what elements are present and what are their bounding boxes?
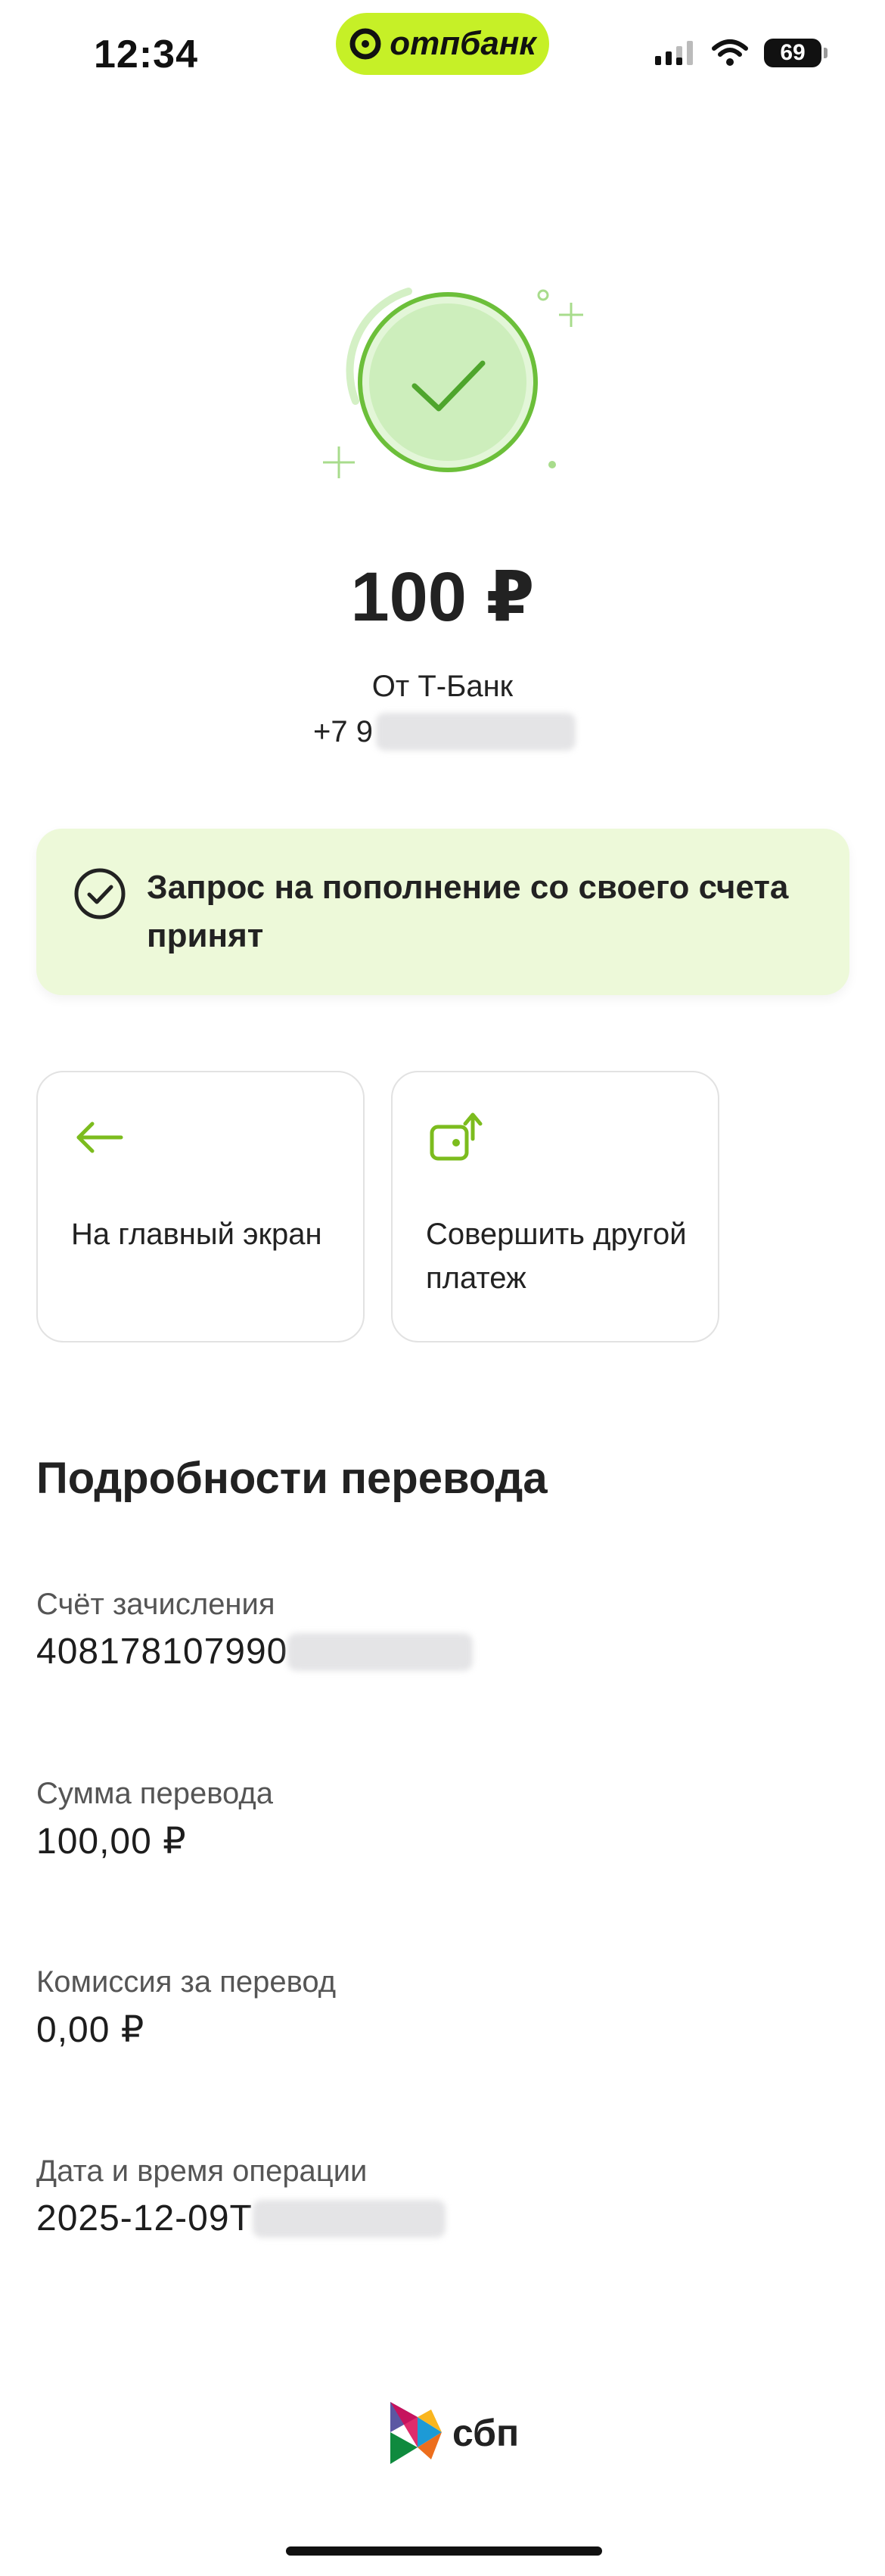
sbp-icon bbox=[390, 2402, 442, 2464]
check-circle-icon bbox=[74, 868, 126, 919]
new-payment-label: Совершить другой платеж bbox=[426, 1218, 687, 1295]
bank-badge: отпбанк bbox=[336, 13, 549, 75]
detail-datetime-value: 2025-12-09T bbox=[36, 2198, 253, 2238]
redacted-datetime bbox=[252, 2199, 446, 2238]
detail-fee: Комиссия за перевод 0,00 ₽ bbox=[36, 1965, 336, 2051]
redacted-account bbox=[287, 1632, 474, 1671]
payment-amount: 100 ₽ bbox=[350, 558, 535, 636]
detail-amount: Сумма перевода 100,00 ₽ bbox=[36, 1777, 273, 1862]
arrow-left-icon bbox=[76, 1122, 123, 1153]
detail-amount-label: Сумма перевода bbox=[36, 1777, 273, 1810]
battery-level: 69 bbox=[780, 40, 806, 65]
battery-icon: 69 bbox=[764, 39, 828, 67]
status-bar: 12:34 отпбанк 69 bbox=[0, 0, 885, 114]
status-notice: Запрос на пополнение со своего счета при… bbox=[36, 829, 849, 995]
detail-account: Счёт зачисления 408178107990 bbox=[36, 1588, 474, 1672]
detail-account-label: Счёт зачисления bbox=[36, 1588, 275, 1621]
sbp-label: сбп bbox=[452, 2412, 520, 2454]
payment-sender: От Т-Банк bbox=[371, 670, 514, 703]
signal-icon bbox=[655, 41, 693, 65]
sender-phone-number: +7 9 bbox=[313, 714, 373, 748]
home-indicator[interactable] bbox=[286, 2546, 602, 2556]
new-payment-button[interactable]: Совершить другой платеж bbox=[391, 1071, 719, 1342]
status-notice-text: Запрос на пополнение со своего счета при… bbox=[147, 869, 789, 954]
home-screen-label: На главный экран bbox=[71, 1218, 322, 1251]
bank-badge-label: отпбанк bbox=[390, 25, 536, 62]
sender-phone: +7 9 bbox=[313, 713, 576, 751]
detail-datetime-label: Дата и время операции bbox=[36, 2154, 368, 2188]
detail-account-value: 408178107990 bbox=[36, 1632, 288, 1672]
success-check-icon bbox=[323, 288, 583, 478]
status-icons: 69 bbox=[654, 38, 828, 68]
sbp-logo: сбп bbox=[387, 2399, 519, 2467]
wallet-transfer-icon bbox=[430, 1112, 483, 1161]
home-screen-button[interactable]: На главный экран bbox=[36, 1071, 365, 1342]
status-time: 12:34 bbox=[94, 33, 198, 76]
otp-logo-icon bbox=[349, 28, 381, 60]
detail-fee-value: 0,00 ₽ bbox=[36, 2010, 145, 2050]
detail-amount-value: 100,00 ₽ bbox=[36, 1822, 187, 1862]
details-title: Подробности перевода bbox=[36, 1454, 548, 1503]
detail-fee-label: Комиссия за перевод bbox=[36, 1965, 337, 1999]
wifi-icon bbox=[712, 39, 748, 66]
detail-datetime: Дата и время операции 2025-12-09T bbox=[36, 2154, 446, 2239]
redacted-phone bbox=[375, 713, 576, 751]
